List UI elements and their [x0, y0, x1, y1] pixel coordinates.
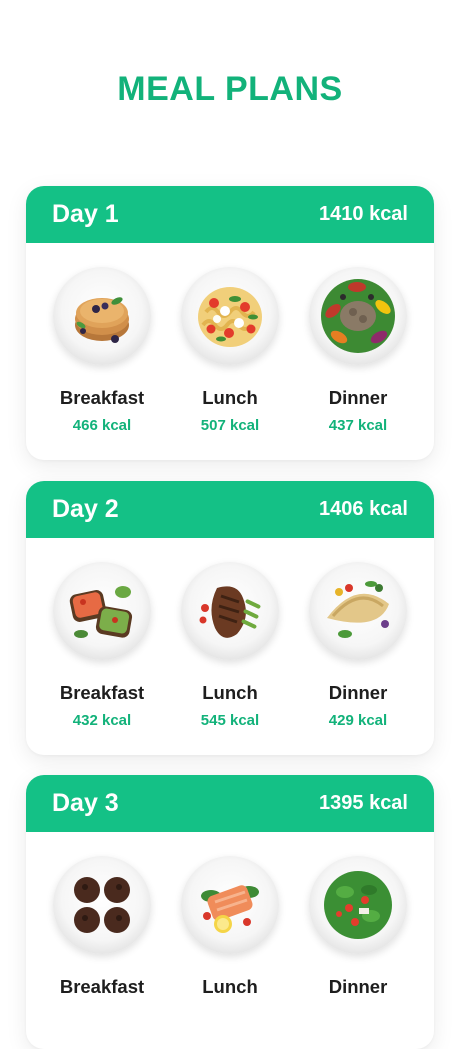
day-card-3[interactable]: Day 3 1395 kcal Breakfast Lunch Dinner	[26, 775, 434, 1049]
meal-name: Lunch	[202, 682, 258, 703]
page-title: MEAL PLANS	[117, 70, 343, 108]
meal-name: Breakfast	[59, 387, 145, 408]
day-card-2[interactable]: Day 2 1406 kcal Breakfast 432 kcal Lunch…	[26, 481, 434, 755]
meal-breakfast[interactable]: Breakfast 466 kcal	[52, 267, 152, 434]
pancakes-plate-icon	[53, 267, 151, 365]
meal-name: Dinner	[328, 387, 388, 408]
meal-name: Breakfast	[59, 682, 145, 703]
meal-name: Lunch	[202, 976, 258, 997]
crepe-plate-icon	[309, 562, 407, 660]
meal-kcal: 466 kcal	[72, 417, 132, 434]
day-header: Day 3 1395 kcal	[26, 775, 434, 832]
meal-lunch[interactable]: Lunch 507 kcal	[180, 267, 280, 434]
meal-kcal: 507 kcal	[200, 417, 260, 434]
meal-dinner[interactable]: Dinner	[308, 856, 408, 1006]
meal-dinner[interactable]: Dinner 437 kcal	[308, 267, 408, 434]
salmon-plate-icon	[181, 856, 279, 954]
day-total-kcal: 1406 kcal	[319, 498, 408, 520]
day-label: Day 1	[52, 200, 119, 228]
tuna-salad-plate-icon	[309, 267, 407, 365]
day-card-1[interactable]: Day 1 1410 kcal Breakfast 466 kcal Lunch…	[26, 186, 434, 460]
meal-breakfast[interactable]: Breakfast	[52, 856, 152, 1006]
meal-kcal: 545 kcal	[200, 712, 260, 729]
day-label: Day 3	[52, 789, 119, 817]
day-header: Day 1 1410 kcal	[26, 186, 434, 243]
pasta-salad-plate-icon	[181, 267, 279, 365]
meal-name: Dinner	[328, 682, 388, 703]
meal-name: Dinner	[328, 976, 388, 997]
meal-lunch[interactable]: Lunch 545 kcal	[180, 562, 280, 729]
muffins-plate-icon	[53, 856, 151, 954]
avocado-toast-plate-icon	[53, 562, 151, 660]
day-total-kcal: 1410 kcal	[319, 203, 408, 225]
meal-kcal: 437 kcal	[328, 417, 388, 434]
day-total-kcal: 1395 kcal	[319, 792, 408, 814]
day-header: Day 2 1406 kcal	[26, 481, 434, 538]
meal-name: Lunch	[202, 387, 258, 408]
spinach-salad-plate-icon	[309, 856, 407, 954]
steak-plate-icon	[181, 562, 279, 660]
meal-name: Breakfast	[59, 976, 145, 997]
day-label: Day 2	[52, 495, 119, 523]
meal-breakfast[interactable]: Breakfast 432 kcal	[52, 562, 152, 729]
meal-lunch[interactable]: Lunch	[180, 856, 280, 1006]
meal-kcal: 432 kcal	[72, 712, 132, 729]
meal-kcal: 429 kcal	[328, 712, 388, 729]
meal-dinner[interactable]: Dinner 429 kcal	[308, 562, 408, 729]
